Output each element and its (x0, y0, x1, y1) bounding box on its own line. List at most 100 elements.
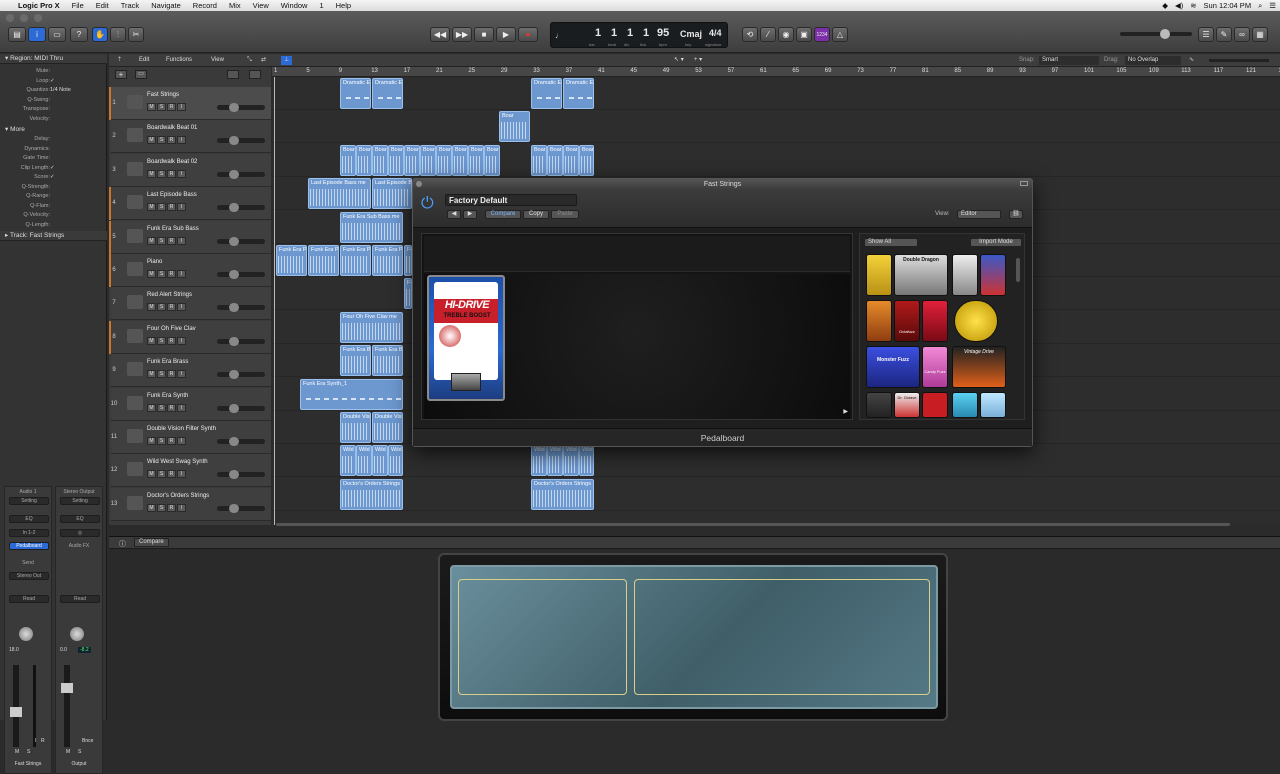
strip-eq-button[interactable]: EQ (60, 515, 100, 523)
region[interactable]: Boar (468, 144, 484, 176)
region[interactable]: Boar (420, 144, 436, 176)
region-param-value[interactable]: ✓ (50, 78, 55, 84)
track-volume-slider[interactable] (217, 403, 265, 413)
track-lane[interactable] (272, 478, 1280, 511)
track-header[interactable]: 7 Red Alert Strings M S R I (109, 287, 271, 321)
menu-window[interactable]: Window (275, 1, 314, 10)
track-volume-knob[interactable] (229, 403, 239, 413)
browser-pedal-vintage-drive[interactable]: Vintage Drive (952, 346, 1006, 388)
track-header[interactable]: 4 Last Episode Bass M S R I (109, 187, 271, 221)
inspector-button[interactable]: i (28, 27, 46, 42)
strip-fader[interactable] (61, 665, 73, 747)
more-param-value[interactable]: ✓ (50, 174, 55, 180)
track-lane[interactable] (272, 444, 1280, 478)
region[interactable]: Funk Era P (372, 245, 403, 276)
editors-button[interactable]: ✂ (128, 27, 144, 42)
menu-view[interactable]: View (247, 1, 275, 10)
close-window-icon[interactable] (6, 14, 14, 22)
browser-pedal-octafuzz[interactable]: Octafuzz (894, 300, 920, 342)
track-name[interactable]: Piano (147, 259, 162, 265)
power-icon[interactable]: ⏻ (421, 195, 434, 213)
record-enable-button[interactable]: R (167, 470, 176, 479)
track-name[interactable]: Four Oh Five Clav (147, 326, 196, 332)
menu-navigate[interactable]: Navigate (145, 1, 187, 10)
record-button[interactable]: ● (518, 27, 538, 42)
browser-pedal-monster-fuzz[interactable]: Monster Fuzz (866, 346, 920, 388)
solo-button[interactable]: S (157, 236, 166, 245)
expand-router-icon[interactable]: ▶ (843, 408, 848, 415)
tuner-button[interactable]: ⁄ (760, 27, 776, 42)
footswitch[interactable] (451, 373, 481, 391)
input-monitor-button[interactable]: I (177, 437, 186, 445)
track-volume-slider[interactable] (217, 370, 265, 380)
volume-icon[interactable]: ◀) (1175, 1, 1183, 10)
record-enable-button[interactable]: R (167, 437, 176, 445)
track-volume-knob[interactable] (229, 370, 239, 380)
region[interactable]: Dramatic E (372, 78, 403, 109)
record-enable-button[interactable]: R (167, 403, 176, 412)
region[interactable]: Wild (547, 445, 563, 477)
dropbox-icon[interactable]: ◆ (1162, 1, 1168, 10)
track-header[interactable]: 1 Fast Strings M S R I (109, 87, 271, 120)
show-all-select[interactable]: Show All (864, 238, 918, 247)
secondary-tool-icon[interactable]: + ▾ (694, 56, 702, 65)
track-volume-slider[interactable] (217, 303, 265, 313)
strip-setting-button[interactable]: Setting (60, 497, 100, 505)
track-name[interactable]: Doctor's Orders Strings (147, 493, 209, 499)
region[interactable]: Double Visi (372, 412, 403, 443)
input-monitor-button[interactable]: I (177, 303, 186, 312)
record-enable-button[interactable]: R (167, 169, 176, 178)
region[interactable]: Boar (388, 144, 404, 176)
strip-setting-button[interactable]: Setting (9, 497, 49, 505)
track-header[interactable]: 8 Four Oh Five Clav M S R I (109, 320, 271, 354)
playhead[interactable] (274, 77, 275, 525)
browsers-button[interactable]: ▦ (1252, 27, 1268, 42)
track-volume-slider[interactable] (217, 236, 265, 246)
mixer-button[interactable]: ⫶ (110, 27, 126, 42)
link-playhead-icon[interactable]: ⊥ (281, 56, 293, 65)
plugin-close-icon[interactable] (416, 181, 422, 187)
mute-button[interactable]: M (147, 303, 156, 312)
track-volume-knob[interactable] (229, 136, 239, 146)
compare-button[interactable]: Compare (485, 210, 521, 219)
toolbar-button[interactable]: ▭ (48, 27, 66, 42)
pointer-tool-icon[interactable]: ↖ ▾ (674, 56, 684, 65)
strip-fader-cap[interactable] (10, 707, 22, 717)
region[interactable]: Wild (531, 445, 547, 477)
track-lane[interactable] (272, 77, 1280, 110)
region[interactable]: Dramatic E (531, 78, 562, 109)
track-name[interactable]: Fast Strings (147, 92, 179, 98)
autopunch-button[interactable]: ▣ (796, 27, 812, 42)
track-volume-slider[interactable] (217, 203, 265, 213)
strip-pan-knob[interactable] (19, 627, 33, 641)
region[interactable]: Boar (499, 111, 530, 143)
record-enable-button[interactable]: R (167, 503, 176, 512)
strip-eq-button[interactable]: EQ (9, 515, 49, 523)
track-volume-slider[interactable] (217, 103, 265, 112)
menu-1[interactable]: 1 (313, 1, 329, 10)
track-name[interactable]: Boardwalk Beat 02 (147, 159, 197, 165)
mute-button[interactable]: M (147, 169, 156, 178)
menu-file[interactable]: File (66, 1, 90, 10)
menu-edit[interactable]: Edit (90, 1, 115, 10)
browser-pedal-candy-fuzz[interactable]: Candy Fuzz (922, 346, 948, 388)
mute-button[interactable]: M (147, 470, 156, 479)
track-volume-knob[interactable] (229, 303, 239, 313)
quick-help-button[interactable]: ? (70, 27, 88, 42)
strip-pedalboard-slot[interactable]: Pedalboard (9, 542, 49, 550)
more-header[interactable]: ▾ More (0, 125, 107, 135)
stop-button[interactable]: ■ (474, 27, 494, 42)
track-header[interactable]: 12 Wild West Swag Synth M S R I (109, 454, 271, 488)
bar-ruler[interactable]: 1 5 9 13 17 21 25 29 33 37 41 45 49 53 57 61 65 69 73 77 81 8… (272, 67, 1280, 77)
browser-pedal-target[interactable] (980, 254, 1006, 296)
record-enable-button[interactable]: R (167, 103, 176, 111)
plugin-resize-icon[interactable] (1020, 181, 1028, 186)
region[interactable]: Funk Era P (276, 245, 307, 276)
import-mode-button[interactable]: Import Mode (970, 238, 1022, 247)
lcd-tempo[interactable]: 95 (657, 27, 669, 39)
strip-automation-button[interactable]: Read (60, 595, 100, 603)
browser-pedal-gray[interactable] (866, 392, 892, 418)
smart-control-zone-left[interactable] (458, 579, 627, 695)
mute-button[interactable]: M (147, 270, 156, 278)
next-preset-button[interactable]: ▶ (463, 210, 477, 219)
